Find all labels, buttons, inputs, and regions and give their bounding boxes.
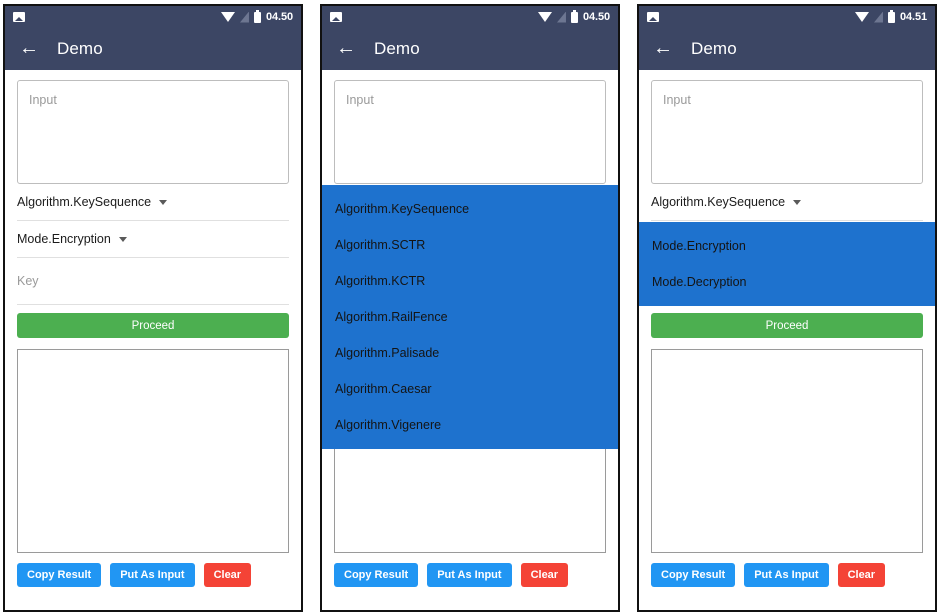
input-placeholder: Input [29, 93, 57, 107]
put-as-input-button[interactable]: Put As Input [744, 563, 829, 587]
input-placeholder: Input [663, 93, 691, 107]
app-bar: ← Demo [322, 28, 618, 70]
chevron-down-icon [159, 199, 168, 205]
dropdown-option-palisade[interactable]: Algorithm.Palisade [322, 335, 618, 371]
algorithm-select[interactable]: Algorithm.KeySequence [651, 184, 923, 221]
action-button-row: Copy Result Put As Input Clear [334, 563, 606, 587]
back-arrow-icon[interactable]: ← [653, 38, 675, 58]
chevron-down-icon [118, 236, 127, 242]
status-bar-left [13, 12, 25, 22]
key-placeholder: Key [17, 274, 39, 288]
dropdown-option-encryption[interactable]: Mode.Encryption [639, 228, 935, 264]
algorithm-select-value: Algorithm.KeySequence [17, 195, 152, 209]
action-button-row: Copy Result Put As Input Clear [651, 563, 923, 587]
phone-panel-algorithm-open: 04.50 ← Demo Input Algorithm.KeySequence… [320, 4, 620, 612]
wifi-icon [220, 12, 235, 22]
wifi-icon [854, 12, 869, 22]
app-bar: ← Demo [5, 28, 301, 70]
status-bar-right: 04.51 [854, 9, 927, 23]
dropdown-option-decryption[interactable]: Mode.Decryption [639, 264, 935, 300]
back-arrow-icon[interactable]: ← [336, 38, 358, 58]
battery-icon [887, 9, 895, 23]
action-button-row: Copy Result Put As Input Clear [17, 563, 289, 587]
wifi-icon [537, 12, 552, 22]
input-textarea[interactable]: Input [651, 80, 923, 184]
status-bar-clock: 04.51 [899, 10, 927, 23]
dropdown-option-caesar[interactable]: Algorithm.Caesar [322, 371, 618, 407]
screenshot-board: 04.50 ← Demo Input Algorithm.KeySequence… [0, 0, 937, 616]
input-placeholder: Input [346, 93, 374, 107]
battery-icon [253, 9, 261, 23]
app-bar: ← Demo [639, 28, 935, 70]
copy-result-button[interactable]: Copy Result [651, 563, 736, 587]
phone-panel-default: 04.50 ← Demo Input Algorithm.KeySequence… [3, 4, 303, 612]
key-input[interactable]: Key [17, 258, 289, 305]
copy-result-button[interactable]: Copy Result [17, 563, 102, 587]
input-textarea[interactable]: Input [334, 80, 606, 184]
status-bar-clock: 04.50 [265, 10, 293, 23]
mode-dropdown-menu[interactable]: Mode.Encryption Mode.Decryption [639, 222, 935, 306]
battery-icon [570, 9, 578, 23]
photo-icon [647, 12, 659, 22]
page-title: Demo [57, 39, 103, 58]
chevron-down-icon [793, 199, 802, 205]
input-textarea[interactable]: Input [17, 80, 289, 184]
mode-select-value: Mode.Encryption [17, 232, 111, 246]
algorithm-select-value: Algorithm.KeySequence [651, 195, 786, 209]
clear-button[interactable]: Clear [837, 563, 886, 587]
page-title: Demo [374, 39, 420, 58]
form-content: Input Algorithm.KeySequence Mode.Encrypt… [5, 70, 301, 610]
status-bar-left [647, 12, 659, 22]
status-bar-right: 04.50 [220, 9, 293, 23]
status-bar-right: 04.50 [537, 9, 610, 23]
put-as-input-button[interactable]: Put As Input [110, 563, 195, 587]
dropdown-option-keysequence[interactable]: Algorithm.KeySequence [322, 191, 618, 227]
form-content: Input Algorithm.KeySequence Mode.Encrypt… [322, 70, 618, 610]
back-arrow-icon[interactable]: ← [19, 38, 41, 58]
copy-result-button[interactable]: Copy Result [334, 563, 419, 587]
put-as-input-button[interactable]: Put As Input [427, 563, 512, 587]
photo-icon [330, 12, 342, 22]
status-bar-clock: 04.50 [582, 10, 610, 23]
signal-icon [873, 11, 883, 23]
page-title: Demo [691, 39, 737, 58]
status-bar: 04.51 [639, 6, 935, 28]
status-bar: 04.50 [322, 6, 618, 28]
mode-select[interactable]: Mode.Encryption [17, 221, 289, 258]
form-content: Input Algorithm.KeySequence Mode.Encrypt… [639, 70, 935, 610]
phone-panel-mode-open: 04.51 ← Demo Input Algorithm.KeySequence… [637, 4, 937, 612]
result-output [651, 349, 923, 553]
status-bar-left [330, 12, 342, 22]
photo-icon [13, 12, 25, 22]
signal-icon [556, 11, 566, 23]
clear-button[interactable]: Clear [520, 563, 569, 587]
algorithm-select[interactable]: Algorithm.KeySequence [17, 184, 289, 221]
signal-icon [239, 11, 249, 23]
proceed-button[interactable]: Proceed [651, 313, 923, 338]
dropdown-option-railfence[interactable]: Algorithm.RailFence [322, 299, 618, 335]
dropdown-option-sctr[interactable]: Algorithm.SCTR [322, 227, 618, 263]
result-output [17, 349, 289, 553]
dropdown-option-kctr[interactable]: Algorithm.KCTR [322, 263, 618, 299]
status-bar: 04.50 [5, 6, 301, 28]
clear-button[interactable]: Clear [203, 563, 252, 587]
proceed-button[interactable]: Proceed [17, 313, 289, 338]
dropdown-option-vigenere[interactable]: Algorithm.Vigenere [322, 407, 618, 443]
algorithm-dropdown-menu[interactable]: Algorithm.KeySequence Algorithm.SCTR Alg… [322, 185, 618, 449]
